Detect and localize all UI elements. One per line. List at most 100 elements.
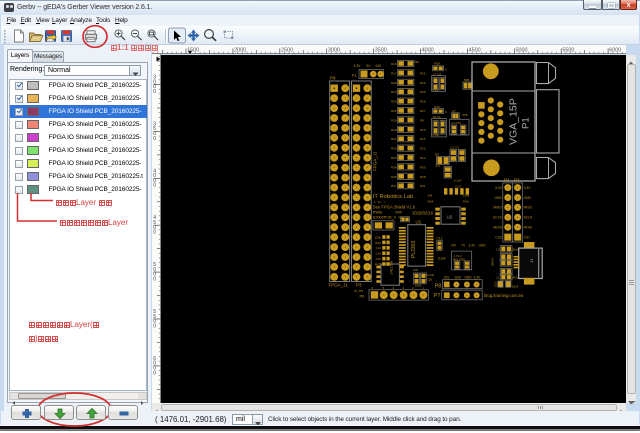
- svg-text:RX: RX: [452, 244, 457, 248]
- svg-text:R4: R4: [435, 153, 439, 157]
- svg-text:640: 640: [376, 64, 382, 68]
- svg-text:C14: C14: [376, 246, 382, 250]
- svg-text:R27: R27: [420, 109, 426, 113]
- svg-text:P8: P8: [435, 284, 442, 290]
- svg-text:L2: L2: [496, 248, 500, 252]
- svg-text:0: 0: [153, 136, 156, 142]
- svg-text:GND: GND: [494, 196, 502, 200]
- svg-text:IO_PIN: IO_PIN: [354, 289, 363, 293]
- svg-text:R17: R17: [391, 71, 397, 75]
- svg-text:R32: R32: [391, 147, 397, 151]
- svg-text:24LC08: 24LC08: [390, 261, 394, 274]
- svg-text:3.3V: 3.3V: [474, 275, 481, 279]
- svg-text:TX: TX: [461, 244, 466, 248]
- svg-text:SCLK: SCLK: [524, 216, 533, 220]
- svg-text:GND: GND: [524, 196, 532, 200]
- svg-text:R10: R10: [420, 128, 426, 132]
- svg-text:10uF: 10uF: [512, 285, 519, 289]
- svg-text:0.1uF: 0.1uF: [427, 273, 435, 277]
- svg-text:0: 0: [445, 67, 447, 71]
- svg-text:SCLK: SCLK: [493, 216, 502, 220]
- svg-text:R14: R14: [420, 156, 426, 160]
- svg-text:SDA: SDA: [455, 275, 462, 279]
- svg-text:R34: R34: [391, 165, 397, 169]
- svg-text:0.2uF: 0.2uF: [433, 88, 440, 92]
- svg-text:VGA_15P: VGA_15P: [508, 98, 520, 145]
- svg-text:R16: R16: [391, 62, 397, 66]
- svg-text:RA4: RA4: [428, 200, 434, 204]
- svg-text:222k: 222k: [415, 283, 422, 287]
- svg-text:R41: R41: [420, 184, 426, 188]
- svg-text:R31: R31: [391, 137, 397, 141]
- svg-text:P2: P2: [514, 178, 520, 183]
- svg-text:P9: P9: [330, 76, 336, 81]
- svg-text:R33: R33: [391, 156, 397, 160]
- svg-text:MISO: MISO: [493, 206, 502, 210]
- svg-text:RA2: RA2: [375, 241, 381, 245]
- svg-text:220k: 220k: [375, 235, 382, 239]
- svg-text:R12: R12: [420, 147, 426, 151]
- svg-text:R49: R49: [396, 210, 402, 214]
- svg-text:R35: R35: [420, 165, 426, 169]
- svg-text:P3: P3: [356, 283, 362, 288]
- svg-text:10k: 10k: [428, 194, 433, 198]
- svg-text:R23: R23: [420, 71, 426, 75]
- svg-text:0: 0: [153, 183, 156, 189]
- svg-text:0: 0: [153, 230, 156, 236]
- svg-text:GND: GND: [465, 275, 473, 279]
- svg-text:5V: 5V: [367, 64, 372, 68]
- svg-text:4500: 4500: [469, 47, 481, 53]
- svg-text:5500: 5500: [562, 47, 574, 53]
- svg-text:C1 C50: C1 C50: [451, 121, 461, 125]
- svg-text:S2000PCB_0: S2000PCB_0: [373, 216, 396, 220]
- svg-text:0.1uF: 0.1uF: [454, 179, 462, 183]
- svg-text:0.1uF: 0.1uF: [433, 133, 440, 137]
- svg-text:SCL: SCL: [444, 275, 450, 279]
- svg-text:R25: R25: [391, 109, 397, 113]
- svg-text:2500: 2500: [281, 47, 293, 53]
- svg-text:CS2: CS2: [495, 235, 502, 239]
- svg-text:RA6: RA6: [463, 200, 469, 204]
- svg-text:R28: R28: [420, 100, 426, 104]
- svg-text:C2 C3: C2 C3: [451, 146, 460, 150]
- svg-text:3.3V: 3.3V: [354, 64, 362, 68]
- svg-text:0: 0: [445, 110, 447, 114]
- svg-text:0.1uF: 0.1uF: [438, 257, 447, 261]
- svg-text:5000: 5000: [516, 47, 528, 53]
- svg-text:3.3V: 3.3V: [524, 186, 532, 190]
- svg-text:R38: R38: [420, 175, 426, 179]
- svg-text:R26: R26: [420, 90, 426, 94]
- svg-text:P1: P1: [521, 117, 532, 129]
- svg-text:C18: C18: [427, 278, 433, 282]
- svg-text:L1: L1: [496, 276, 500, 280]
- svg-text:2015/02/16: 2015/02/16: [412, 210, 434, 215]
- svg-text:0: 0: [153, 370, 156, 376]
- svg-text:3000: 3000: [328, 47, 340, 53]
- svg-text:220: 220: [414, 60, 419, 64]
- svg-text:P7: P7: [434, 293, 441, 299]
- svg-text:IT Robotics Lab: IT Robotics Lab: [373, 194, 414, 200]
- svg-text:50B: 50B: [464, 78, 469, 82]
- svg-text:GND4: GND4: [491, 258, 495, 266]
- svg-text:C16: C16: [376, 252, 382, 256]
- svg-text:P4: P4: [504, 178, 510, 183]
- svg-text:R26: R26: [420, 81, 426, 85]
- svg-text:508: 508: [463, 113, 468, 117]
- svg-text:FPGA_J1: FPGA_J1: [373, 151, 378, 171]
- svg-text:R9: R9: [420, 118, 424, 122]
- svg-text:C19: C19: [493, 281, 497, 287]
- svg-text:R18: R18: [391, 81, 397, 85]
- svg-text:P6: P6: [360, 294, 366, 299]
- svg-text:R19: R19: [391, 90, 397, 94]
- svg-text:C12: C12: [436, 236, 442, 240]
- svg-text:GND: GND: [479, 244, 487, 248]
- svg-text:3500: 3500: [375, 47, 387, 53]
- svg-text:2000: 2000: [234, 47, 246, 53]
- svg-text:R15: R15: [420, 137, 426, 141]
- svg-text:MOSI: MOSI: [493, 226, 502, 230]
- svg-text:U2: U2: [447, 215, 453, 220]
- svg-text:R29: R29: [391, 118, 397, 122]
- svg-text:27: 27: [452, 109, 456, 113]
- svg-text:MISO: MISO: [524, 206, 533, 210]
- svg-text:FPGA_J1: FPGA_J1: [329, 283, 349, 288]
